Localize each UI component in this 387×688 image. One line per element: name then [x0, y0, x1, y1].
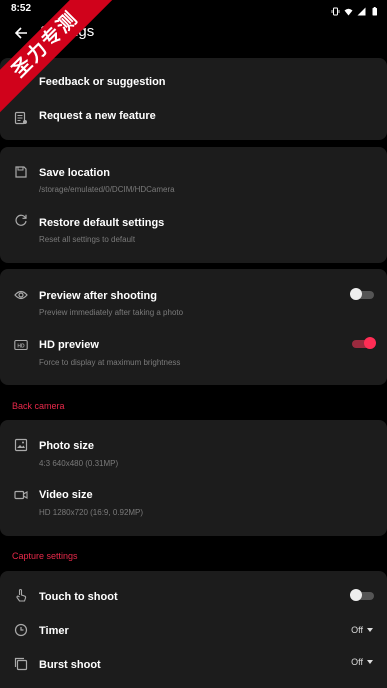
back-arrow-icon[interactable] — [12, 24, 30, 42]
svg-text:HD: HD — [17, 343, 25, 349]
restore-row[interactable]: Restore default settings Reset all setti… — [0, 199, 387, 257]
video-size-row[interactable]: Video size HD 1280x720 (16:9, 0.92MP) — [0, 472, 387, 530]
photo-icon — [14, 438, 28, 452]
burst-icon — [14, 657, 28, 671]
feedback-row[interactable]: Feedback or suggestion — [0, 58, 387, 98]
card-storage: Save location /storage/emulated/0/DCIM/H… — [0, 147, 387, 263]
section-capture-settings: Capture settings — [12, 551, 78, 561]
touch-icon — [14, 588, 28, 602]
touch-toggle-knob — [350, 589, 362, 601]
video-icon — [14, 488, 28, 502]
preview-row[interactable]: Preview after shooting Preview immediate… — [0, 269, 387, 321]
hd-preview-row[interactable]: HD HD preview Force to display at maximu… — [0, 321, 387, 379]
signal-icon — [357, 3, 366, 16]
section-back-camera: Back camera — [12, 401, 65, 411]
hd-preview-sub: Force to display at maximum brightness — [39, 358, 181, 367]
status-icons — [331, 3, 379, 16]
burst-value: Off — [351, 657, 363, 667]
hd-preview-title: HD preview — [39, 339, 99, 351]
card-feedback: Feedback or suggestion Request a new fea… — [0, 58, 387, 140]
wifi-icon — [344, 3, 353, 16]
save-location-title: Save location — [39, 167, 110, 179]
photo-size-title: Photo size — [39, 440, 95, 452]
photo-size-row[interactable]: Photo size 4:3 640x480 (0.31MP) — [0, 420, 387, 472]
restore-title: Restore default settings — [39, 217, 165, 229]
hd-icon: HD — [14, 338, 28, 352]
eye-icon — [14, 288, 28, 302]
timer-icon — [14, 623, 28, 637]
card-preview: Preview after shooting Preview immediate… — [0, 269, 387, 385]
card-capture: Touch to shoot Timer Off Burst shoot Off — [0, 571, 387, 688]
status-time: 8:52 — [11, 3, 32, 14]
burst-shoot-title: Burst shoot — [39, 659, 101, 671]
video-size-title: Video size — [39, 489, 93, 501]
vibrate-icon — [331, 3, 340, 16]
hd-toggle-knob — [364, 337, 376, 349]
save-location-row[interactable]: Save location /storage/emulated/0/DCIM/H… — [0, 147, 387, 199]
chevron-down-icon — [367, 628, 373, 632]
timer-row[interactable]: Timer Off — [0, 611, 387, 645]
timer-dropdown[interactable]: Off — [351, 625, 373, 635]
hd-preview-toggle[interactable] — [350, 337, 376, 349]
preview-toggle[interactable] — [350, 288, 376, 300]
touch-to-shoot-title: Touch to shoot — [39, 591, 118, 603]
touch-to-shoot-row[interactable]: Touch to shoot — [0, 571, 387, 611]
feedback-title: Feedback or suggestion — [39, 76, 166, 88]
feature-row[interactable]: Request a new feature — [0, 98, 387, 138]
feature-title: Request a new feature — [39, 110, 156, 122]
timer-title: Timer — [39, 625, 69, 637]
video-size-value: HD 1280x720 (16:9, 0.92MP) — [39, 508, 144, 517]
save-icon — [14, 165, 28, 179]
preview-toggle-knob — [350, 288, 362, 300]
photo-size-value: 4:3 640x480 (0.31MP) — [39, 459, 119, 468]
feature-request-icon — [14, 111, 28, 125]
restore-icon — [14, 213, 28, 227]
card-back-camera: Photo size 4:3 640x480 (0.31MP) Video si… — [0, 420, 387, 536]
burst-dropdown[interactable]: Off — [351, 657, 373, 667]
battery-icon — [370, 3, 379, 16]
preview-title: Preview after shooting — [39, 290, 157, 302]
burst-shoot-row[interactable]: Burst shoot Off — [0, 645, 387, 679]
save-location-path: /storage/emulated/0/DCIM/HDCamera — [39, 185, 175, 194]
touch-to-shoot-toggle[interactable] — [350, 589, 376, 601]
preview-sub: Preview immediately after taking a photo — [39, 308, 184, 317]
timer-value: Off — [351, 625, 363, 635]
restore-sub: Reset all settings to default — [39, 235, 136, 244]
chevron-down-icon — [367, 660, 373, 664]
